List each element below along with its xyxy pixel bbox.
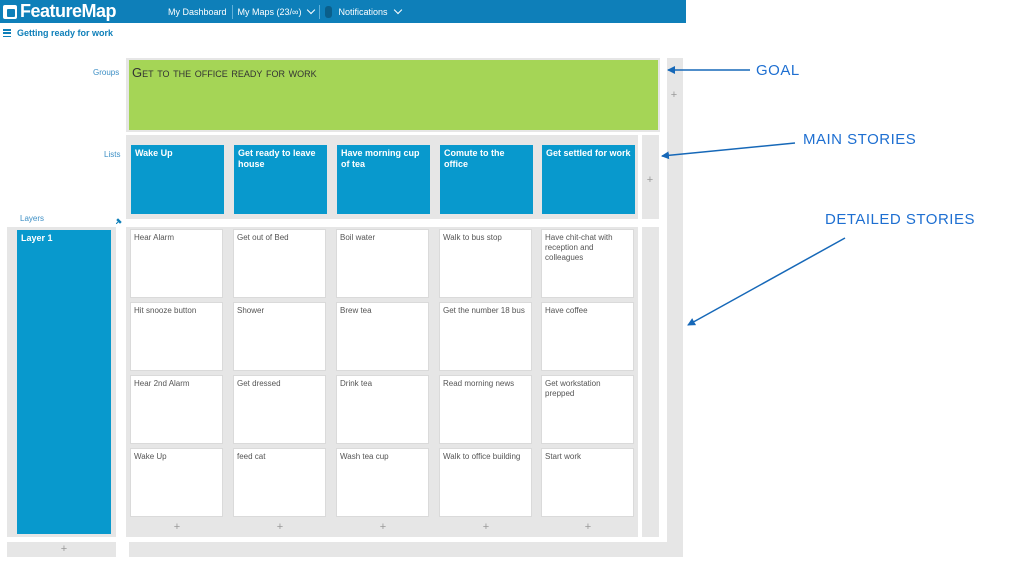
annotation-arrows xyxy=(661,66,846,326)
goal-annotation: GOAL xyxy=(756,62,800,79)
main-stories-arrow xyxy=(661,142,796,160)
detailed-stories-annotation: DETAILED STORIES xyxy=(825,211,975,228)
main-stories-annotation: MAIN STORIES xyxy=(803,131,917,148)
detailed-stories-arrow xyxy=(687,237,846,326)
